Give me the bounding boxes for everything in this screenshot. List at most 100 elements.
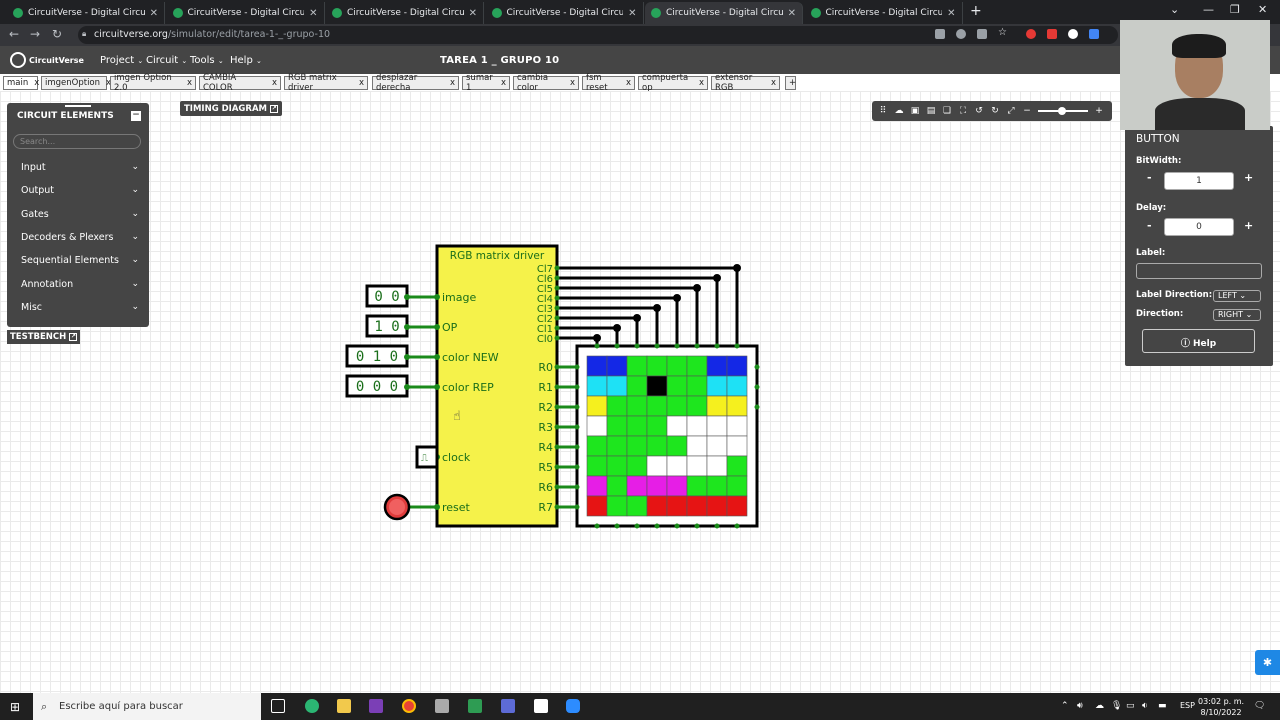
chrome-icon[interactable] [402,699,416,713]
category-item[interactable]: Sequential Elements ⌄ [21,255,139,266]
testbench-button[interactable]: TESTBENCH ↗ [7,330,81,344]
close-tab-icon[interactable]: ✕ [469,8,477,19]
close-tab-icon[interactable]: x [272,78,277,88]
network-icon[interactable]: ▭ [1126,701,1135,711]
element-search-input[interactable]: Search... [13,134,141,149]
close-tab-icon[interactable]: x [187,78,192,88]
circuit-tab[interactable]: desplazar derecha x [372,73,459,93]
direction-select[interactable]: RIGHT ⌄ [1213,309,1261,321]
zoom-icon[interactable] [956,29,966,39]
browser-tab[interactable]: CircuitVerse - Digital Circuit Simu ✕ [645,2,803,24]
undo-icon[interactable]: ↺ [974,106,984,116]
panel-drag-handle[interactable] [65,105,91,107]
new-tab-button[interactable]: + [970,3,982,19]
extension-record-icon[interactable] [1026,29,1036,39]
browser-tab[interactable]: CircuitVerse - Digital Circuit Simu ✕ [326,2,484,24]
menu-project[interactable]: Project ⌄ [100,55,143,66]
volume-icon[interactable]: 🔉︎ [1142,701,1148,711]
notifications-icon[interactable]: 🗨︎ [1254,701,1265,711]
bookmark-star-icon[interactable]: ☆ [998,27,1007,38]
cloud-icon[interactable]: ☁ [1095,701,1104,711]
forward-icon[interactable]: → [30,27,40,41]
circuit-tab[interactable]: RGB matrix driver x [284,73,368,93]
file-explorer-icon[interactable] [337,699,351,713]
reload-icon[interactable]: ↻ [52,27,62,41]
circuit-tab[interactable]: imgenOption x [41,76,111,90]
task-view-icon[interactable] [271,699,285,713]
restore-icon[interactable]: ❐ [1230,3,1240,16]
timing-diagram-button[interactable]: TIMING DIAGRAM ↗ [180,101,282,116]
menu-help[interactable]: Help ⌄ [230,55,262,66]
close-tab-icon[interactable]: x [450,78,455,88]
copy-icon[interactable]: ❏ [942,106,952,116]
category-item[interactable]: Output ⌄ [21,185,139,196]
browser-tab[interactable]: CircuitVerse - Digital Circuit Simu ✕ [804,2,963,24]
zoom-out-icon[interactable]: − [1022,106,1032,116]
delay-input[interactable]: 0 [1164,218,1234,236]
close-tab-icon[interactable]: ✕ [150,8,158,19]
menu-tools[interactable]: Tools ⌄ [190,55,224,66]
notion-icon[interactable] [534,699,548,713]
fit-icon[interactable]: ⛶ [958,106,968,116]
simulation-canvas[interactable] [0,91,1280,693]
extension-tool-icon[interactable] [1068,29,1078,39]
close-tab-icon[interactable]: ✕ [628,8,636,19]
browser-tab[interactable]: CircuitVerse - Digital Circuit Simu ✕ [7,2,165,24]
label-direction-select[interactable]: LEFT ⌄ [1213,290,1261,302]
redo-icon[interactable]: ↻ [990,106,1000,116]
circuit-tab[interactable]: fsm reset x [582,73,635,93]
circuit-tab[interactable]: cambia color x [513,73,579,93]
minimize-icon[interactable]: — [1203,3,1214,16]
language-indicator[interactable]: ESP [1180,701,1195,710]
bitwidth-decrement-button[interactable]: - [1147,171,1152,184]
onenote-icon[interactable] [369,699,383,713]
app-cube-icon[interactable] [501,699,515,713]
minimize-panel-icon[interactable]: − [131,111,141,121]
tab-search-icon[interactable]: ⌄ [1170,3,1179,16]
zoom-in-icon[interactable]: + [1094,106,1104,116]
close-tab-icon[interactable]: x [34,78,39,88]
circuit-tab[interactable]: main x [3,76,39,90]
bitwidth-increment-button[interactable]: + [1244,171,1253,184]
label-input[interactable] [1136,263,1262,279]
cloud-save-icon[interactable]: ☁ [894,106,904,116]
category-item[interactable]: Gates ⌄ [21,209,139,220]
menu-circuit[interactable]: Circuit ⌄ [146,55,187,66]
close-tab-icon[interactable]: x [501,78,506,88]
app-icon[interactable] [435,699,449,713]
extension-puzzle-icon[interactable] [1089,29,1099,39]
close-tab-icon[interactable]: ✕ [947,8,955,19]
close-tab-icon[interactable]: ✕ [788,8,796,19]
translate-icon[interactable] [935,29,945,39]
zoom-app-icon[interactable] [566,699,580,713]
close-tab-icon[interactable]: x [699,78,704,88]
close-tab-icon[interactable]: x [570,78,575,88]
close-tab-icon[interactable]: x [771,78,776,88]
zoom-knob[interactable] [1058,107,1066,115]
category-item[interactable]: Input ⌄ [21,162,139,173]
add-circuit-tab-button[interactable]: + [785,76,796,90]
fullscreen-icon[interactable]: ⤢ [1006,106,1016,116]
taskbar-search-input[interactable]: ⌕ Escribe aquí para buscar [33,693,261,720]
excel-icon[interactable] [468,699,482,713]
delay-decrement-button[interactable]: - [1147,219,1152,232]
zoom-slider[interactable] [1038,107,1088,115]
circuit-tab[interactable]: imgen Option 2.0 x [110,73,196,93]
delay-increment-button[interactable]: + [1244,219,1253,232]
save-icon[interactable]: ▣ [910,106,920,116]
circuit-tab[interactable]: sumar 1 x [462,73,510,93]
circuit-tab[interactable]: compuerta op x [638,73,708,93]
close-tab-icon[interactable]: ✕ [309,8,317,19]
report-issue-button[interactable]: ✱ [1255,650,1280,675]
app-logo[interactable]: CircuitVerse [10,52,84,68]
browser-tab[interactable]: CircuitVerse - Digital Circuit Simu ✕ [166,2,325,24]
windows-start-icon[interactable]: ⊞ [10,700,20,714]
help-button[interactable]: ⓘ Help [1142,329,1255,353]
close-tab-icon[interactable]: x [359,78,364,88]
category-item[interactable]: Misc ⌄ [21,302,139,313]
drag-handle-icon[interactable]: ⠿ [878,106,888,116]
circuit-tab[interactable]: extensor RGB x [711,73,780,93]
speaker-icon[interactable]: 🔊︎ [1077,701,1083,711]
browser-tab[interactable]: CircuitVerse - Digital Circuit Simu ✕ [485,2,644,24]
taskbar-clock[interactable]: 03:02 p. m. 8/10/2022 [1198,696,1244,718]
